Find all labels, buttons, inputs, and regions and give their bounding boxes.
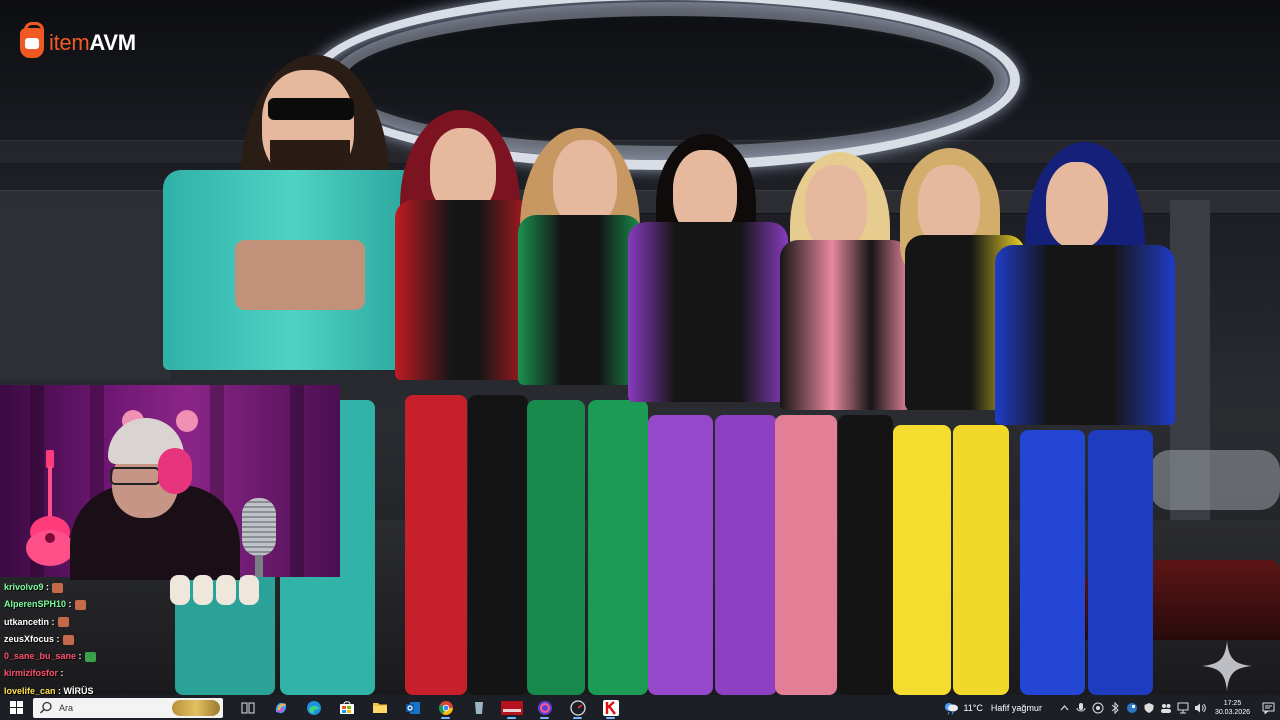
outlook-button[interactable] [396, 695, 429, 720]
file-explorer-button[interactable] [363, 695, 396, 720]
network-button[interactable] [1177, 701, 1190, 714]
edge-icon [306, 700, 321, 715]
chat-username: krivolvo9 [4, 582, 44, 592]
store-icon [339, 700, 354, 714]
event-app-button[interactable] [495, 695, 528, 720]
tray-app-6[interactable] [1160, 701, 1173, 714]
beanie-ear [176, 410, 198, 432]
task-view-button[interactable] [231, 695, 264, 720]
tray-steam-icon [1127, 702, 1138, 713]
logo-text: itemAVM [49, 30, 136, 56]
notification-icon [1262, 702, 1274, 714]
logo-text-avm: AVM [89, 30, 136, 55]
copilot-button[interactable] [264, 695, 297, 720]
chat-username: AlperenSPH10 [4, 599, 67, 610]
outlook-icon [405, 701, 420, 714]
search-icon [40, 701, 52, 713]
windows-logo-icon [9, 701, 23, 714]
chat-username: 0_sane_bu_sane [4, 651, 77, 662]
tray-app-3[interactable] [1109, 701, 1122, 714]
shopping-bag-gamepad-icon [20, 22, 44, 58]
microphone-icon [242, 498, 276, 556]
clock-time: 17:25 [1223, 699, 1242, 707]
speedometer-icon [569, 699, 586, 716]
weather-widget[interactable]: 11°C Hafif yağmur [943, 701, 1042, 715]
app-swirl-icon [537, 700, 552, 715]
chat-separator: : [43, 582, 50, 592]
weather-desc: Hafif yağmur [990, 702, 1042, 713]
system-tray: 11°C Hafif yağmur 17:25 30.03.2026 [943, 695, 1280, 720]
taskbar-clock[interactable]: 17:25 30.03.2026 [1215, 699, 1250, 717]
event-badge-icon [500, 700, 523, 715]
speaker-icon [1195, 703, 1207, 712]
tray-recorder-icon [1092, 702, 1104, 713]
search-highlight-image [172, 699, 220, 716]
chat-emote-icon [74, 599, 86, 610]
tray-bluetooth-icon [1112, 701, 1120, 714]
tray-people-icon [1161, 703, 1172, 713]
taskbar-search[interactable]: Ara [33, 697, 223, 718]
speed-app-button[interactable] [561, 695, 594, 720]
search-placeholder: Ara [59, 702, 74, 713]
chrome-icon [438, 700, 453, 715]
start-button[interactable] [0, 695, 32, 720]
folder-icon [372, 703, 387, 713]
chat-username: zeusXfocus [4, 633, 55, 644]
itemavm-logo: itemAVM [20, 22, 136, 58]
chat-emote-icon [57, 617, 69, 628]
tray-app-1[interactable] [1075, 701, 1088, 714]
glass-app-button[interactable] [462, 695, 495, 720]
taskbar-apps [231, 695, 627, 720]
mic-stand [255, 555, 263, 577]
wall-block [0, 210, 170, 380]
task-view-icon [241, 702, 254, 713]
chat-message: utkancetin : [4, 614, 264, 631]
chat-separator: : [54, 633, 60, 644]
weather-temp: 11°C [963, 702, 983, 713]
chat-message: kirmizifosfor : [4, 665, 264, 682]
tray-app-4[interactable] [1126, 701, 1139, 714]
show-hidden-icons-button[interactable] [1058, 701, 1071, 714]
tray-app-5[interactable] [1143, 701, 1156, 714]
chat-separator: : [66, 599, 72, 610]
tray-shield-icon [1144, 702, 1154, 713]
purple-app-button[interactable] [528, 695, 561, 720]
tray-app-2[interactable] [1092, 701, 1105, 714]
rain-cloud-icon [945, 702, 959, 715]
chat-separator: : [49, 616, 55, 627]
k-app-icon [602, 699, 619, 716]
chat-message: krivolvo9 : [4, 579, 264, 596]
chat-message: 0_sane_bu_sane : [4, 648, 264, 665]
taskbar: Ara 11°C Hafif yağmur 17:25 30.03.2026 [0, 695, 1280, 720]
chat-separator: : [58, 668, 64, 679]
glass-icon [474, 701, 483, 714]
chat-username: kirmizifosfor [4, 668, 59, 679]
network-icon [1177, 702, 1189, 713]
chat-emote-icon [62, 634, 74, 645]
edge-button[interactable] [297, 695, 330, 720]
k-app-button[interactable] [594, 695, 627, 720]
chrome-button[interactable] [429, 695, 462, 720]
chat-emote-icon [52, 582, 64, 593]
tray-mic-icon [1076, 702, 1086, 711]
chat-overlay: krivolvo9 : AlperenSPH10 : utkancetin : … [4, 579, 264, 700]
copilot-icon [275, 702, 286, 713]
chat-username: utkancetin [4, 616, 50, 627]
glasses [110, 467, 160, 485]
clock-date: 30.03.2026 [1214, 708, 1250, 716]
chat-emote-icon [84, 651, 96, 662]
chat-message: zeusXfocus : [4, 631, 264, 648]
background-car [1150, 450, 1280, 510]
logo-text-item: item [49, 30, 90, 55]
notifications-button[interactable] [1256, 702, 1280, 714]
store-button[interactable] [330, 695, 363, 720]
volume-button[interactable] [1194, 701, 1207, 714]
headphones [158, 448, 192, 494]
chat-message: AlperenSPH10 : [4, 596, 264, 613]
chevron-up-icon [1060, 704, 1069, 710]
chat-separator: : [76, 651, 82, 662]
sparkle-watermark-icon [1202, 641, 1252, 691]
